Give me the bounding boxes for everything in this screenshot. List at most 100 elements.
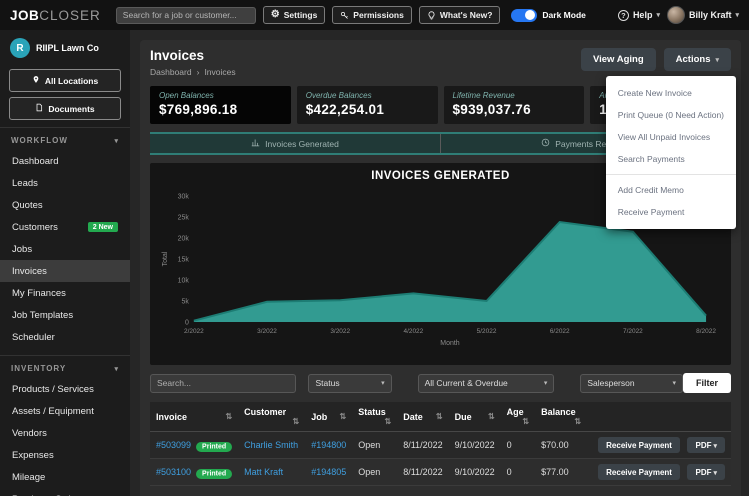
chevron-down-icon: ▾ — [544, 379, 548, 387]
job-link[interactable]: #194805 — [311, 467, 346, 477]
table-search-input[interactable] — [150, 374, 296, 393]
menu-item-add-credit-memo[interactable]: Add Credit Memo — [606, 179, 736, 201]
status-cell: Open — [352, 459, 397, 486]
sidebar-item-products-services[interactable]: Products / Services — [0, 378, 130, 400]
sort-icon[interactable]: ⇅ — [488, 412, 495, 421]
company-header[interactable]: R RIIPL Lawn Co — [0, 30, 130, 64]
col-invoice[interactable]: Invoice⇅ — [150, 402, 238, 432]
pdf-button[interactable]: PDF▾ — [687, 464, 725, 480]
dark-mode-control: Dark Mode — [511, 9, 585, 22]
chevron-down-icon: ▾ — [114, 365, 119, 373]
svg-text:3/2022: 3/2022 — [330, 328, 350, 335]
col-status[interactable]: Status⇅ — [352, 402, 397, 432]
user-avatar — [667, 6, 685, 24]
location-pin-icon — [32, 75, 40, 86]
invoice-link[interactable]: #503099 — [156, 440, 191, 450]
menu-item-receive-payment[interactable]: Receive Payment — [606, 201, 736, 223]
menu-item-create-new-invoice[interactable]: Create New Invoice — [606, 82, 736, 104]
col-customer[interactable]: Customer⇅ — [238, 402, 305, 432]
chevron-down-icon: ▾ — [735, 11, 739, 19]
help-menu[interactable]: ? Help ▾ — [618, 10, 660, 21]
stat-lifetime-revenue[interactable]: Lifetime Revenue $939,037.76 — [444, 86, 585, 124]
receive-payment-button[interactable]: Receive Payment — [598, 464, 680, 480]
chevron-down-icon: ▾ — [713, 443, 717, 450]
sidebar-item-purchase-orders[interactable]: Purchase Orders — [0, 488, 130, 496]
sort-icon[interactable]: ⇅ — [522, 417, 529, 426]
whats-new-button[interactable]: What's New? — [419, 6, 501, 24]
menu-item-search-payments[interactable]: Search Payments — [606, 148, 736, 170]
menu-item-view-all-unpaid-invoices[interactable]: View All Unpaid Invoices — [606, 126, 736, 148]
sidebar-item-customers[interactable]: Customers 2 New — [0, 216, 130, 238]
sidebar-item-quotes[interactable]: Quotes — [0, 194, 130, 216]
user-menu[interactable]: Billy Kraft ▾ — [667, 6, 739, 24]
all-locations-button[interactable]: All Locations — [9, 69, 121, 92]
menu-item-print-queue[interactable]: Print Queue (0 Need Action) — [606, 104, 736, 126]
sidebar-item-leads[interactable]: Leads — [0, 172, 130, 194]
table-row: #503100Printed Matt Kraft #194805 Open 8… — [150, 459, 731, 486]
actions-button[interactable]: Actions ▾ — [664, 48, 731, 71]
breadcrumb-invoices: Invoices — [204, 67, 235, 77]
section-inventory[interactable]: INVENTORY ▾ — [0, 355, 130, 378]
salesperson-select[interactable]: Salesperson ▾ — [580, 374, 683, 393]
top-header: JOBCLOSER ⚙ Settings Permissions What's … — [0, 0, 749, 30]
stat-overdue-balances[interactable]: Overdue Balances $422,254.01 — [297, 86, 438, 124]
sidebar-item-invoices[interactable]: Invoices — [0, 260, 130, 282]
stat-open-balances[interactable]: Open Balances $769,896.18 — [150, 86, 291, 124]
sort-icon[interactable]: ⇅ — [340, 412, 347, 421]
due-cell: 9/10/2022 — [449, 432, 501, 459]
chevron-down-icon: ▾ — [656, 11, 660, 19]
sidebar-item-vendors[interactable]: Vendors — [0, 422, 130, 444]
col-job[interactable]: Job⇅ — [305, 402, 352, 432]
sort-icon[interactable]: ⇅ — [436, 412, 443, 421]
age-cell: 0 — [501, 432, 535, 459]
invoices-panel: Invoices Dashboard › Invoices View Aging… — [140, 40, 741, 496]
sidebar-item-dashboard[interactable]: Dashboard — [0, 150, 130, 172]
breadcrumb-dashboard[interactable]: Dashboard — [150, 67, 192, 77]
col-balance[interactable]: Balance⇅ — [535, 402, 587, 432]
sort-icon[interactable]: ⇅ — [225, 412, 232, 421]
company-name: RIIPL Lawn Co — [36, 43, 99, 53]
sidebar-item-mileage[interactable]: Mileage — [0, 466, 130, 488]
col-due[interactable]: Due⇅ — [449, 402, 501, 432]
section-workflow[interactable]: WORKFLOW ▾ — [0, 127, 130, 150]
sidebar-item-job-templates[interactable]: Job Templates — [0, 304, 130, 326]
tab-invoices-generated[interactable]: Invoices Generated — [150, 134, 441, 153]
breadcrumb-separator-icon: › — [197, 67, 200, 77]
sidebar: R RIIPL Lawn Co All Locations Documents … — [0, 30, 130, 496]
sort-icon[interactable]: ⇅ — [385, 417, 392, 426]
customer-link[interactable]: Matt Kraft — [244, 467, 283, 477]
menu-divider — [606, 174, 736, 175]
status-select[interactable]: Status ▾ — [308, 374, 391, 393]
view-aging-button[interactable]: View Aging — [581, 48, 656, 71]
balance-cell: $77.00 — [535, 459, 587, 486]
settings-button[interactable]: ⚙ Settings — [263, 6, 326, 24]
global-search-input[interactable] — [116, 7, 256, 24]
documents-button[interactable]: Documents — [9, 97, 121, 120]
clock-icon — [541, 138, 550, 149]
table-filters: Status ▾ All Current & Overdue ▾ Salespe… — [150, 373, 731, 393]
col-age[interactable]: Age⇅ — [501, 402, 535, 432]
current-overdue-select[interactable]: All Current & Overdue ▾ — [418, 374, 555, 393]
svg-text:Total: Total — [162, 251, 169, 266]
lightbulb-icon — [427, 11, 436, 20]
pdf-button[interactable]: PDF▾ — [687, 437, 725, 453]
invoice-link[interactable]: #503100 — [156, 467, 191, 477]
printed-badge: Printed — [196, 469, 232, 479]
sidebar-item-jobs[interactable]: Jobs — [0, 238, 130, 260]
receive-payment-button[interactable]: Receive Payment — [598, 437, 680, 453]
svg-text:25k: 25k — [178, 214, 190, 221]
svg-text:3/2022: 3/2022 — [257, 328, 277, 335]
sort-icon[interactable]: ⇅ — [574, 417, 581, 426]
sort-icon[interactable]: ⇅ — [292, 417, 299, 426]
col-date[interactable]: Date⇅ — [397, 402, 448, 432]
sidebar-item-assets-equipment[interactable]: Assets / Equipment — [0, 400, 130, 422]
filter-button[interactable]: Filter — [683, 373, 731, 393]
sidebar-item-my-finances[interactable]: My Finances — [0, 282, 130, 304]
new-count-badge: 2 New — [88, 222, 118, 232]
job-link[interactable]: #194800 — [311, 440, 346, 450]
sidebar-item-scheduler[interactable]: Scheduler — [0, 326, 130, 348]
sidebar-item-expenses[interactable]: Expenses — [0, 444, 130, 466]
permissions-button[interactable]: Permissions — [332, 6, 412, 24]
customer-link[interactable]: Charlie Smith — [244, 440, 298, 450]
dark-mode-toggle[interactable] — [511, 9, 537, 22]
